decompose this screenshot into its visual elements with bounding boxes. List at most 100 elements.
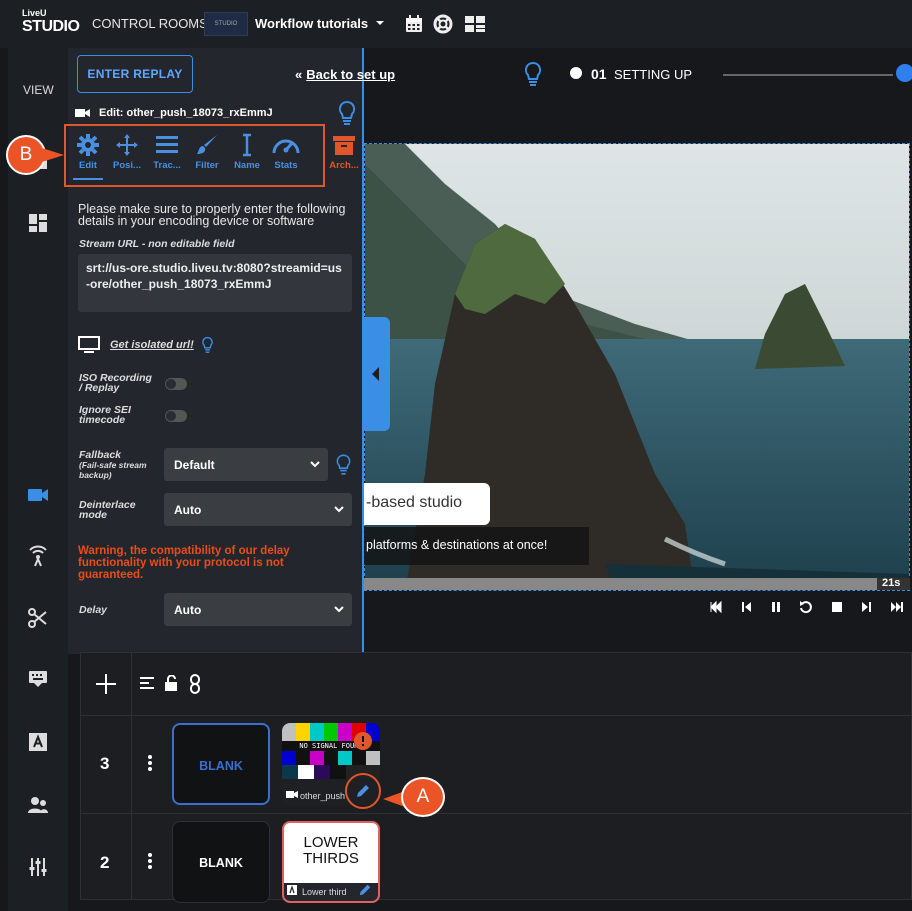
callout-badge-b: B [6, 135, 46, 175]
iso-recording-toggle[interactable] [165, 378, 187, 390]
tool-name[interactable]: Name [227, 133, 267, 171]
banner-title: -based studio [364, 483, 490, 525]
stream-url-label: Stream URL - non editable field [79, 238, 235, 250]
playback-progress-fill [364, 578, 878, 590]
tool-edit-label: Edit [79, 160, 97, 171]
deinterlace-select[interactable]: Auto [164, 493, 352, 526]
step-progress-line [723, 74, 893, 76]
pencil-icon[interactable] [355, 783, 371, 799]
lightbulb-icon[interactable] [201, 336, 214, 354]
mixer-icon[interactable] [26, 855, 50, 879]
source-card-lower-thirds[interactable]: LOWER THIRDS Lower third [282, 821, 380, 903]
layer-row-divider [80, 813, 912, 814]
add-layer-icon[interactable] [95, 673, 117, 695]
nav-control-rooms[interactable]: CONTROL ROOMS [92, 16, 208, 31]
chevron-down-icon [310, 461, 320, 468]
banner-subtitle: platforms & destinations at once! [364, 527, 589, 565]
tracks-icon [156, 136, 178, 153]
layer-menu-button[interactable] [148, 755, 154, 773]
ignore-sei-label: Ignore SEI timecode [79, 404, 131, 426]
replay-icon[interactable] [799, 600, 813, 614]
delay-label: Delay [79, 604, 108, 616]
collapse-panel-tab[interactable] [362, 317, 390, 431]
blank-slot[interactable]: BLANK [172, 821, 270, 903]
tool-stats[interactable]: Stats [266, 133, 306, 171]
iso-recording-label: ISO Recording / Replay [79, 372, 152, 394]
brush-icon [197, 135, 217, 154]
unlock-icon[interactable] [164, 675, 178, 691]
callout-pointer [42, 148, 64, 162]
check-icon [896, 64, 912, 82]
tool-position[interactable]: Posi... [107, 133, 147, 171]
chevron-down-icon [334, 506, 344, 513]
link-icon[interactable] [188, 674, 202, 694]
tool-position-label: Posi... [113, 160, 141, 171]
video-source-icon [75, 109, 90, 117]
layout-icon[interactable] [464, 14, 486, 34]
stop-icon[interactable] [830, 600, 844, 614]
scissors-icon[interactable] [26, 606, 50, 630]
step-name: SETTING UP [614, 67, 693, 82]
workflow-selector[interactable]: Workflow tutorials [255, 16, 368, 31]
layer-menu-button[interactable] [148, 853, 154, 871]
align-left-icon[interactable] [140, 676, 154, 690]
next-icon[interactable] [860, 600, 874, 614]
tool-tracks-label: Trac... [153, 160, 181, 171]
back-to-setup-link[interactable]: «Back to set up [295, 67, 395, 82]
blank-slot[interactable]: BLANK [172, 723, 270, 805]
get-isolated-url-link[interactable]: Get isolated url! [110, 339, 194, 351]
delay-select[interactable]: Auto [164, 593, 352, 626]
tool-name-label: Name [234, 160, 260, 171]
move-icon [116, 134, 138, 156]
chat-icon[interactable] [26, 667, 50, 691]
alert-icon [354, 732, 372, 750]
calendar-icon[interactable] [404, 14, 424, 34]
users-icon[interactable] [26, 793, 50, 817]
tool-filter[interactable]: Filter [187, 133, 227, 171]
left-sidebar [8, 48, 68, 911]
text-cursor-icon [243, 133, 251, 157]
room-thumbnail: STUDIO [204, 12, 248, 36]
skip-start-icon[interactable] [709, 600, 723, 614]
logo-line1: LiveU [22, 8, 47, 18]
chevron-down-icon[interactable] [376, 19, 384, 27]
dashboard-icon[interactable] [26, 211, 50, 235]
tool-tracks[interactable]: Trac... [147, 133, 187, 171]
lightbulb-icon[interactable] [336, 454, 351, 476]
tool-filter-label: Filter [195, 160, 219, 171]
layers-column-divider [131, 652, 132, 900]
logo-line2: STUDIO [22, 18, 80, 35]
delay-warning: Warning, the compatibility of our delay … [78, 545, 290, 581]
previous-icon[interactable] [739, 600, 753, 614]
lightbulb-icon[interactable] [337, 100, 357, 126]
fallback-select[interactable]: Default [164, 448, 328, 481]
stream-url-field[interactable]: srt://us-ore.studio.liveu.tv:8080?stream… [78, 254, 352, 312]
fallback-label: Fallback (Fail-safe stream backup) [79, 449, 147, 480]
info-text: Please make sure to properly enter the f… [78, 202, 346, 228]
tool-archive[interactable]: Arch... [324, 133, 364, 171]
chevron-down-icon [334, 606, 344, 613]
pause-icon[interactable] [769, 600, 783, 614]
lightbulb-icon[interactable] [523, 61, 543, 87]
gauge-icon [272, 139, 300, 154]
camera-icon[interactable] [26, 483, 50, 507]
app-logo[interactable]: LiveU STUDIO [22, 8, 80, 40]
broadcast-icon[interactable] [26, 545, 50, 569]
view-label: VIEW [23, 83, 54, 97]
monitor-icon [78, 336, 100, 353]
text-overlay-icon[interactable] [26, 730, 50, 754]
step-number: 01 [591, 66, 607, 82]
layer-number: 2 [100, 853, 110, 872]
pencil-icon[interactable] [358, 883, 372, 897]
tool-edit[interactable]: Edit [68, 133, 108, 171]
tool-archive-label: Arch... [329, 160, 359, 171]
ignore-sei-toggle[interactable] [165, 410, 187, 422]
enter-replay-button[interactable]: ENTER REPLAY [77, 55, 193, 93]
support-icon[interactable] [433, 14, 453, 34]
layer-number: 3 [100, 754, 110, 773]
deinterlace-label: Deinterlace mode [79, 499, 136, 521]
gear-icon [77, 134, 99, 156]
edit-header: Edit: other_push_18073_rxEmmJ [99, 107, 273, 119]
time-remaining: 21s [882, 577, 901, 589]
skip-end-icon[interactable] [890, 600, 904, 614]
